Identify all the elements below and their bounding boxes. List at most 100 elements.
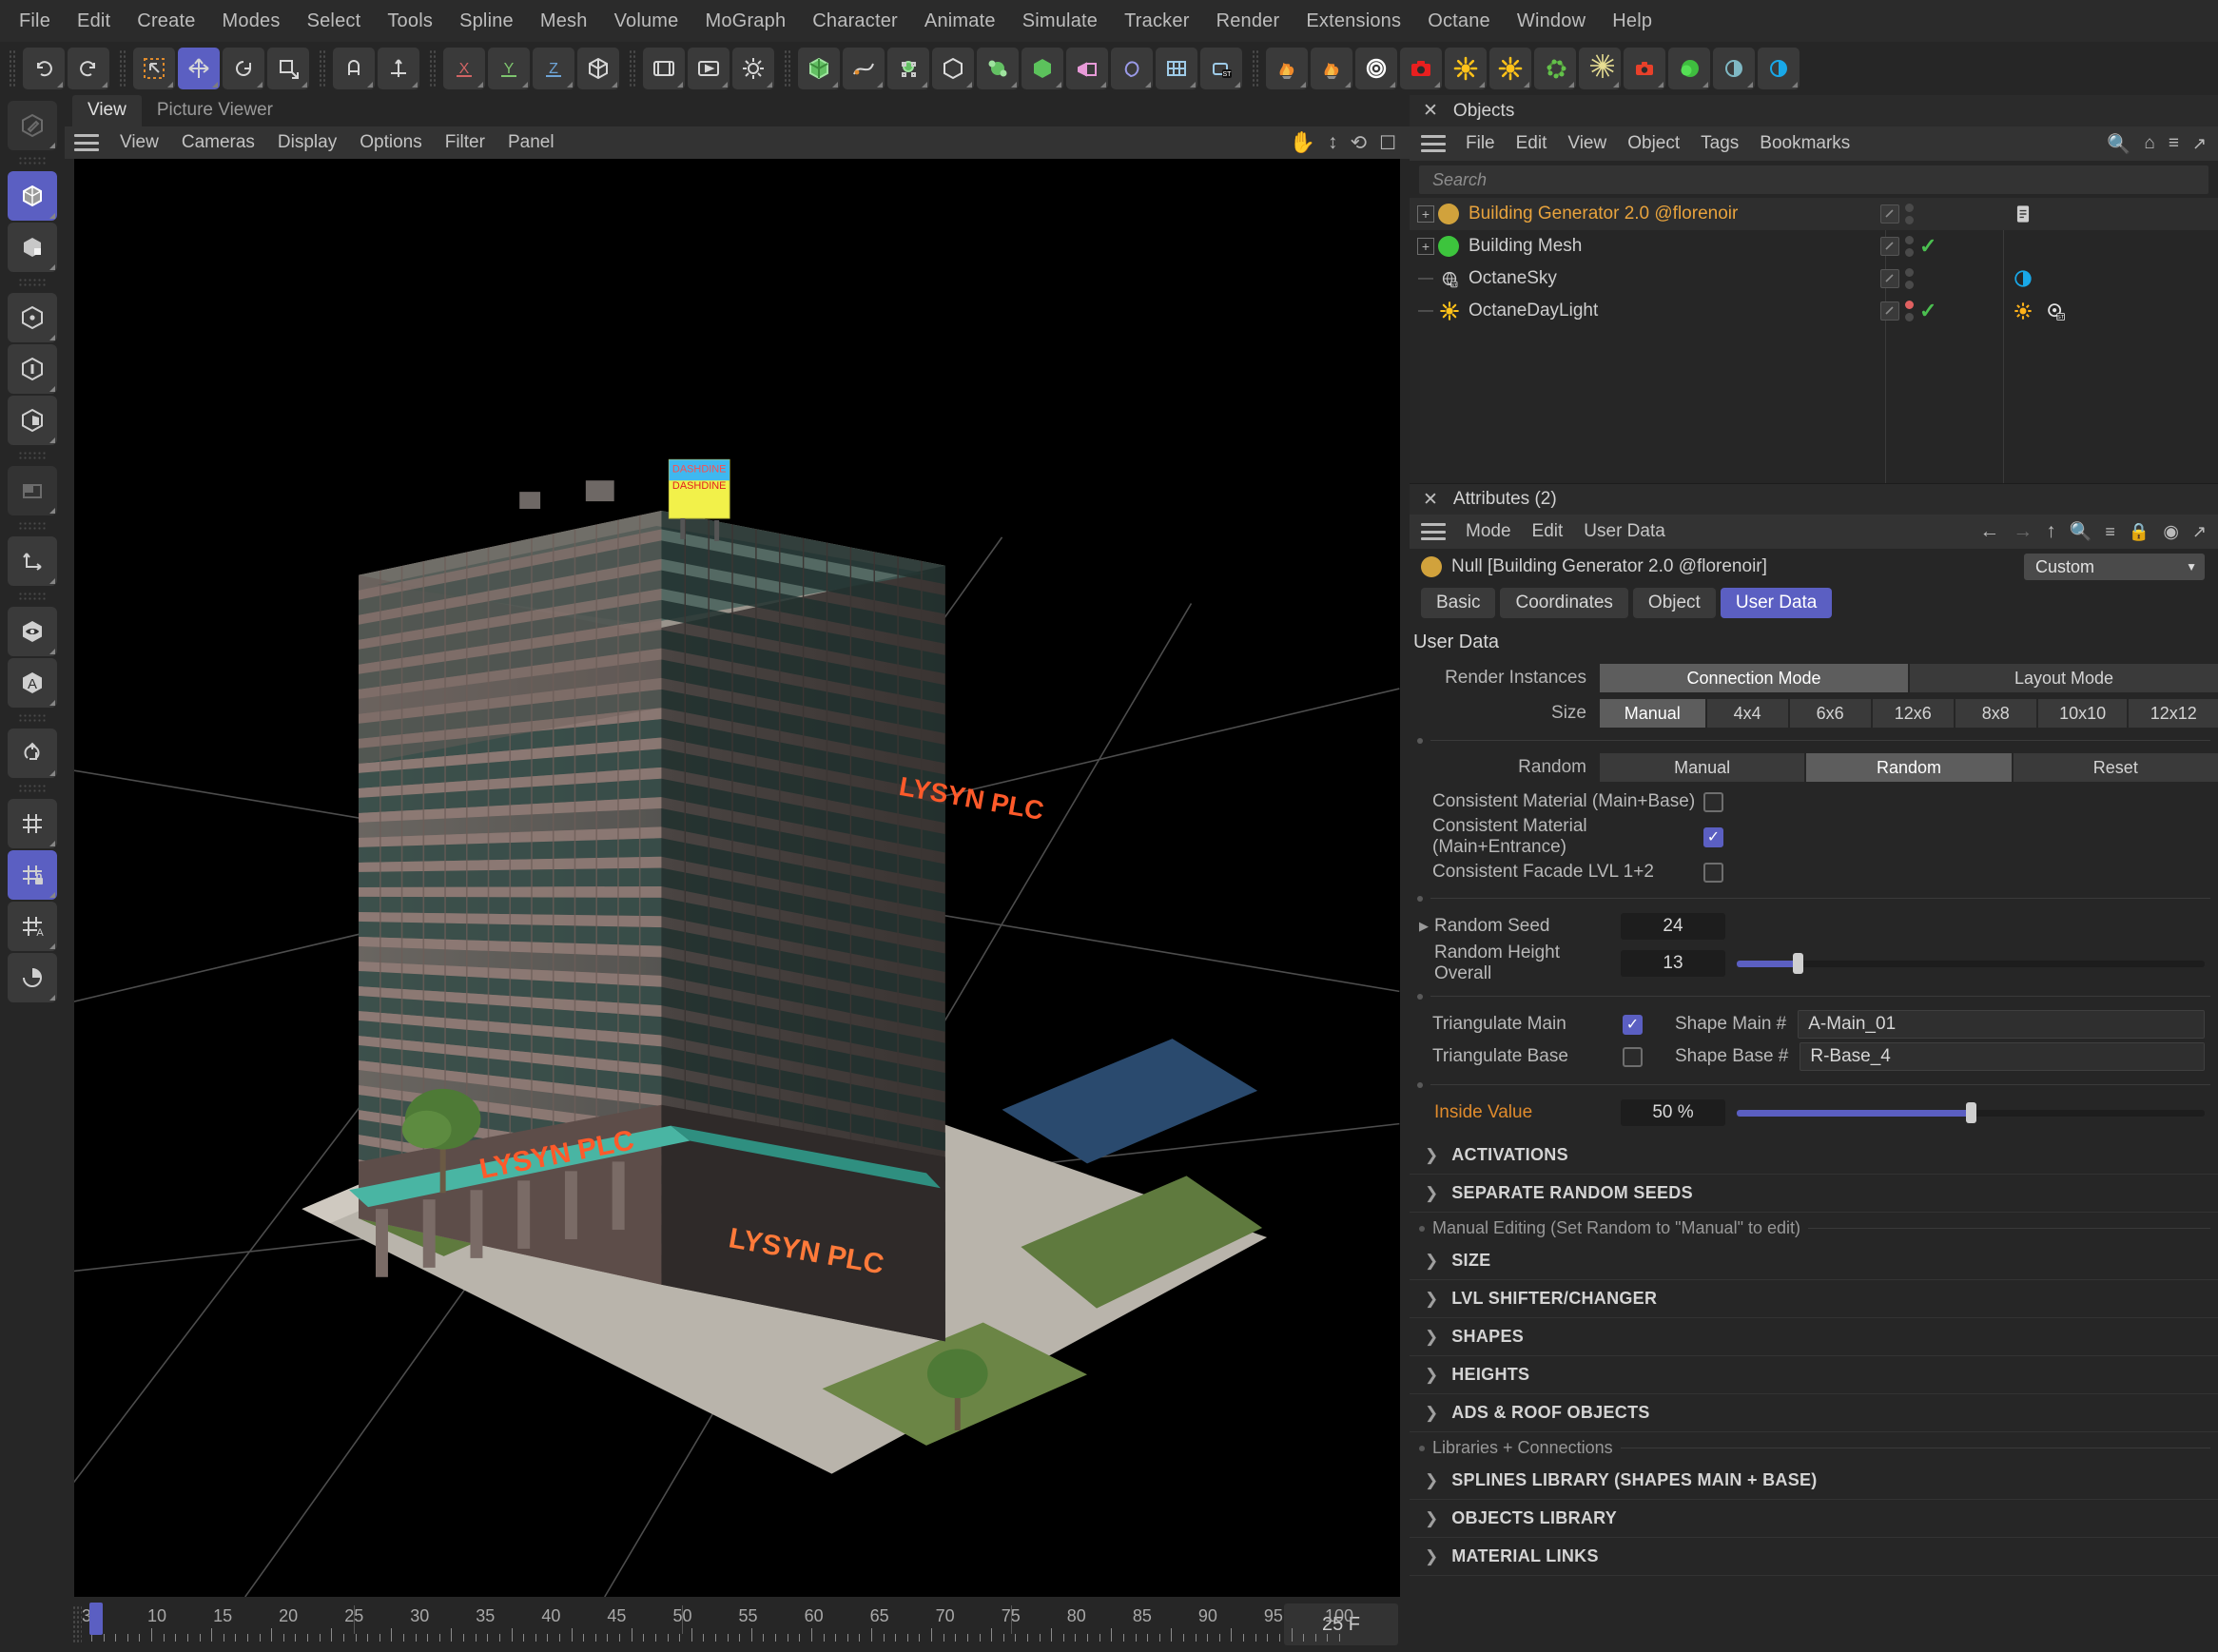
target-icon[interactable]: ◉ <box>2163 521 2179 543</box>
world-axis-button[interactable] <box>378 48 419 89</box>
filter-icon[interactable]: ≡ <box>2105 522 2115 542</box>
redo-button[interactable] <box>68 48 109 89</box>
objects-menu-edit[interactable]: Edit <box>1506 131 1558 156</box>
open-external-icon[interactable]: ↗ <box>2192 522 2207 542</box>
size-option-4x4[interactable]: 4x4 <box>1707 699 1788 728</box>
viewport-menu-filter[interactable]: Filter <box>434 130 496 155</box>
menu-item-spline[interactable]: Spline <box>446 7 527 36</box>
edit-flag-icon[interactable] <box>1880 269 1899 288</box>
menu-item-tools[interactable]: Tools <box>374 7 446 36</box>
size-option-manual[interactable]: Manual <box>1600 699 1705 728</box>
octane-daylight-button[interactable] <box>1489 48 1531 89</box>
folder-material-links[interactable]: ❯MATERIAL LINKS <box>1410 1538 2218 1576</box>
octane-scatter-button[interactable] <box>1534 48 1576 89</box>
render-instances-option-connection-mode[interactable]: Connection Mode <box>1600 664 1908 692</box>
render-instances-option-layout-mode[interactable]: Layout Mode <box>1910 664 2218 692</box>
folder-separate-random-seeds[interactable]: ❯SEPARATE RANDOM SEEDS <box>1410 1175 2218 1213</box>
folder-splines-library-shapes-main-base-[interactable]: ❯SPLINES LIBRARY (SHAPES MAIN + BASE) <box>1410 1462 2218 1500</box>
checkbox-consistent-facade-lvl-1-2[interactable] <box>1703 863 1723 883</box>
add-environment-button[interactable] <box>1021 48 1063 89</box>
quantize-button[interactable] <box>8 953 57 1002</box>
menu-item-edit[interactable]: Edit <box>64 7 124 36</box>
visibility-dots[interactable] <box>1905 301 1914 321</box>
animation-mode-button[interactable]: A <box>8 658 57 708</box>
filter-icon[interactable]: ≡ <box>2169 133 2179 154</box>
checkbox-consistent-material-main-base-[interactable] <box>1703 792 1723 812</box>
tool-editable-button[interactable] <box>8 101 57 150</box>
maximize-view-icon[interactable]: ☐ <box>1379 131 1396 155</box>
octane-live-viewer-button[interactable] <box>1713 48 1755 89</box>
objects-hamburger-icon[interactable] <box>1421 135 1446 152</box>
model-mode-button[interactable] <box>8 171 57 221</box>
dolly-view-icon[interactable]: ↕ <box>1328 131 1338 154</box>
menu-item-file[interactable]: File <box>6 7 64 36</box>
note-tag-icon[interactable] <box>2011 202 2035 226</box>
back-arrow-icon[interactable]: ← <box>1979 520 1999 543</box>
size-option-12x12[interactable]: 12x12 <box>2129 699 2218 728</box>
attributes-tab-coordinates[interactable]: Coordinates <box>1500 588 1627 618</box>
point-mode-button[interactable] <box>8 293 57 342</box>
toolbar-grip[interactable] <box>784 49 792 87</box>
folder-activations[interactable]: ❯ACTIVATIONS <box>1410 1137 2218 1175</box>
expand-icon[interactable]: + <box>1417 238 1434 255</box>
menu-item-extensions[interactable]: Extensions <box>1293 7 1414 36</box>
select-tool-button[interactable] <box>133 48 175 89</box>
menu-item-volume[interactable]: Volume <box>601 7 692 36</box>
object-tree-row[interactable]: +Building Mesh✓ <box>1410 230 2218 262</box>
close-icon[interactable]: ✕ <box>1423 100 1438 122</box>
folder-shapes[interactable]: ❯SHAPES <box>1410 1318 2218 1356</box>
size-option-12x6[interactable]: 12x6 <box>1873 699 1954 728</box>
add-mograph-button[interactable] <box>1156 48 1197 89</box>
rail-grip[interactable] <box>18 784 47 793</box>
move-tool-button[interactable] <box>178 48 220 89</box>
lock-icon[interactable]: 🔒 <box>2129 522 2150 542</box>
snap-lock-button[interactable] <box>8 850 57 900</box>
toolbar-grip[interactable] <box>1252 49 1260 87</box>
size-option-6x6[interactable]: 6x6 <box>1790 699 1871 728</box>
rail-grip[interactable] <box>18 521 47 531</box>
octane-env-tag-icon[interactable] <box>2011 266 2035 291</box>
render-settings-button[interactable] <box>732 48 774 89</box>
enabled-check-icon[interactable]: ✓ <box>1919 299 1936 323</box>
snap-enable-button[interactable] <box>8 799 57 848</box>
rotate-tool-button[interactable] <box>223 48 264 89</box>
octane-settings-button[interactable] <box>1758 48 1800 89</box>
rail-grip[interactable] <box>18 156 47 165</box>
visibility-dots[interactable] <box>1905 236 1914 257</box>
edit-flag-icon[interactable] <box>1880 237 1899 256</box>
edit-flag-icon[interactable] <box>1880 204 1899 224</box>
add-spline-button[interactable] <box>843 48 885 89</box>
enable-axis-modification-button[interactable] <box>8 729 57 778</box>
menu-item-modes[interactable]: Modes <box>209 7 294 36</box>
checkbox-triangulate-base[interactable] <box>1623 1047 1643 1067</box>
rail-grip[interactable] <box>18 713 47 723</box>
object-tree-row[interactable]: —STOctaneSky <box>1410 262 2218 295</box>
viewport-menu-view[interactable]: View <box>108 130 170 155</box>
object-axis-mode-button[interactable] <box>8 223 57 272</box>
number-field-random-height-overall[interactable]: 13 <box>1621 950 1725 977</box>
viewport-tab-picture-viewer[interactable]: Picture Viewer <box>142 95 288 126</box>
expand-triangle-icon[interactable]: ▶ <box>1419 919 1434 934</box>
folder-heights[interactable]: ❯HEIGHTS <box>1410 1356 2218 1394</box>
snap-auto-button[interactable]: A <box>8 902 57 951</box>
close-icon[interactable]: ✕ <box>1423 489 1438 511</box>
add-light-button[interactable] <box>1111 48 1153 89</box>
world-object-button[interactable] <box>577 48 619 89</box>
viewport-canvas[interactable]: DASHDINE DASHDINE LYSYN PLC LYSYN PLC LY… <box>74 159 1400 1597</box>
lock-z-button[interactable]: Z <box>533 48 574 89</box>
attributes-menu-mode[interactable]: Mode <box>1455 519 1522 544</box>
open-external-icon[interactable]: ↗ <box>2192 134 2207 154</box>
menu-item-character[interactable]: Character <box>799 7 911 36</box>
random-option-reset[interactable]: Reset <box>2014 753 2218 782</box>
random-option-manual[interactable]: Manual <box>1600 753 1804 782</box>
toolbar-grip[interactable] <box>9 49 17 87</box>
folder-lvl-shifter-changer[interactable]: ❯LVL SHIFTER/CHANGER <box>1410 1280 2218 1318</box>
objects-menu-file[interactable]: File <box>1455 131 1506 156</box>
menu-item-select[interactable]: Select <box>294 7 375 36</box>
octane-object-tag-button[interactable] <box>1668 48 1710 89</box>
attributes-tab-user-data[interactable]: User Data <box>1721 588 1833 618</box>
edge-mode-button[interactable] <box>8 344 57 394</box>
octane-camera-button[interactable] <box>1400 48 1442 89</box>
folder-ads-roof-objects[interactable]: ❯ADS & ROOF OBJECTS <box>1410 1394 2218 1432</box>
rail-grip[interactable] <box>18 451 47 460</box>
